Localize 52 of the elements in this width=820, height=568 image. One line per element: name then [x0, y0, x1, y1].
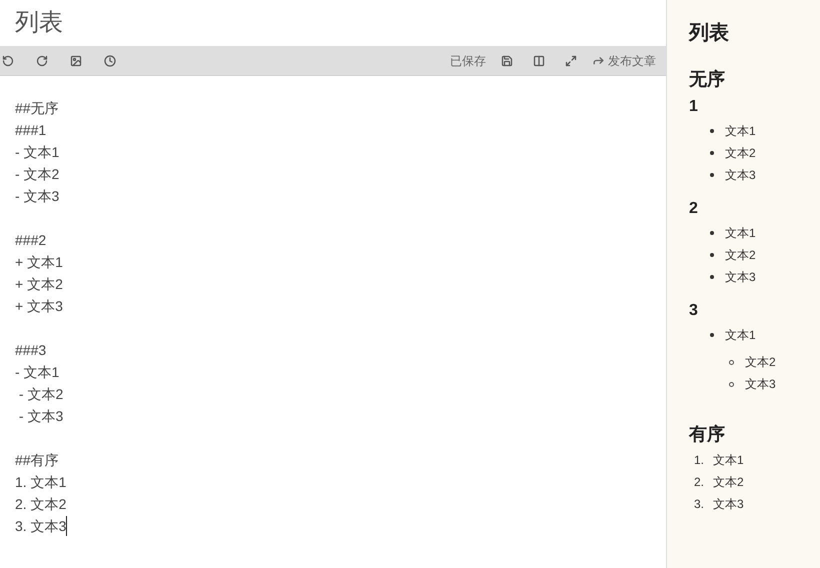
list-number: 3.: [694, 496, 706, 513]
list-item: 文本1: [725, 123, 756, 140]
bullet-icon: [710, 333, 714, 337]
list-item: 文本1: [713, 452, 744, 469]
list-number: 1.: [694, 452, 706, 469]
list-item: 文本3: [713, 496, 744, 513]
editor-line: 3. 文本3: [15, 516, 66, 536]
publish-button[interactable]: 发布文章: [592, 52, 656, 70]
editor-line: ###2: [15, 230, 46, 250]
list-item: 文本1: [725, 327, 756, 344]
editor-line: + 文本3: [15, 296, 63, 316]
list-item: 文本3: [725, 269, 756, 286]
bullet-icon: [729, 382, 734, 386]
bullet-icon: [710, 129, 714, 133]
list-item: 文本2: [725, 145, 756, 162]
editor-line: - 文本3: [18, 406, 64, 426]
bullet-icon: [710, 275, 714, 279]
editor-line: 2. 文本2: [15, 494, 66, 514]
save-status: 已保存: [450, 52, 486, 70]
editor-line: ###3: [15, 340, 46, 360]
share-icon: [592, 54, 605, 67]
editor-line: + 文本2: [15, 274, 63, 294]
subsection-heading: 1: [689, 97, 699, 117]
subsection-heading: 3: [689, 301, 699, 321]
list-item: 文本1: [725, 225, 756, 242]
bullet-icon: [710, 151, 714, 155]
preview-title: 列表: [689, 21, 730, 46]
bullet-icon: [729, 360, 734, 364]
section-heading: 有序: [689, 423, 726, 446]
editor-line: ##有序: [15, 450, 59, 470]
editor-line: + 文本1: [15, 252, 63, 272]
editor-line: - 文本1: [15, 142, 60, 162]
list-item: 文本2: [713, 474, 744, 491]
editor-line: - 文本1: [15, 362, 60, 382]
list-item: 文本2: [745, 354, 776, 371]
bullet-icon: [710, 231, 714, 235]
text-cursor: [66, 516, 68, 536]
editor-line: - 文本2: [18, 384, 64, 404]
editor-line: - 文本2: [15, 164, 60, 184]
list-item: 文本3: [725, 167, 756, 184]
subsection-heading: 2: [689, 199, 699, 219]
list-item: 文本2: [725, 247, 756, 264]
editor-line: 1. 文本1: [15, 472, 66, 492]
bullet-icon: [710, 253, 714, 257]
document-title: 列表: [15, 8, 63, 38]
list-number: 2.: [694, 474, 706, 491]
editor-line: - 文本3: [15, 186, 60, 206]
editor-line: ##无序: [15, 98, 59, 118]
bullet-icon: [710, 173, 714, 177]
list-item: 文本3: [745, 376, 776, 393]
editor-line: ###1: [15, 120, 46, 140]
section-heading: 无序: [689, 68, 726, 91]
